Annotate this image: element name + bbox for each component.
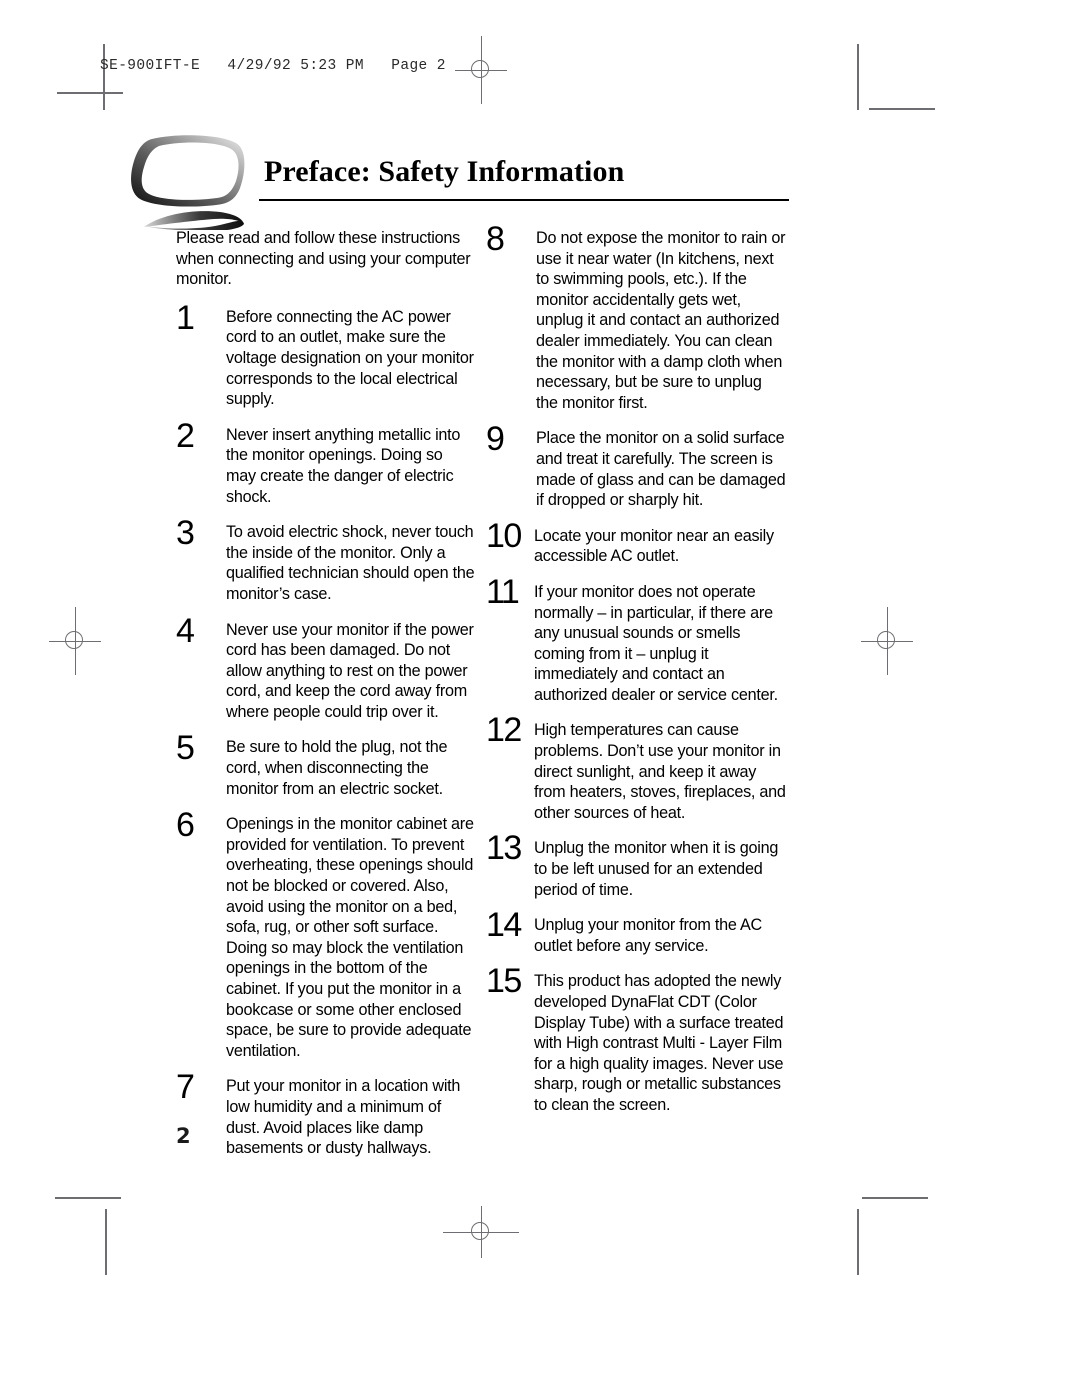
- safety-item-text: High temperatures can cause problems. Do…: [534, 721, 786, 822]
- safety-item: 2 Never insert anything metallic into th…: [176, 419, 476, 507]
- right-column: 8 Do not expose the monitor to rain or u…: [486, 222, 786, 1131]
- safety-item-number: 6: [176, 806, 195, 845]
- safety-item-number: 4: [176, 611, 195, 650]
- page-number: 2: [176, 1124, 191, 1148]
- masthead: Preface: Safety Information: [128, 132, 794, 242]
- safety-item: 9 Place the monitor on a solid surface a…: [486, 422, 786, 510]
- safety-item-number: 7: [176, 1068, 195, 1107]
- document-page: SE-900IFT-E 4/29/92 5:23 PM Page 2 Prefa…: [0, 0, 1080, 1397]
- safety-item-text: Locate your monitor near an easily acces…: [534, 526, 774, 566]
- safety-item-number: 10: [486, 516, 522, 555]
- safety-item-number: 15: [486, 962, 522, 1001]
- print-slug-line: SE-900IFT-E 4/29/92 5:23 PM Page 2: [100, 58, 446, 74]
- safety-item-text: Before connecting the AC power cord to a…: [226, 307, 474, 409]
- safety-item: 15 This product has adopted the newly de…: [486, 964, 786, 1115]
- safety-item: 13 Unplug the monitor when it is going t…: [486, 831, 786, 900]
- left-column: Please read and follow these instruction…: [176, 228, 476, 1174]
- safety-item-number: 11: [486, 572, 520, 611]
- safety-item: 7 Put your monitor in a location with lo…: [176, 1070, 476, 1158]
- safety-item: 6 Openings in the monitor cabinet are pr…: [176, 808, 476, 1061]
- safety-item-text: To avoid electric shock, never touch the…: [226, 523, 475, 603]
- safety-item: 11 If your monitor does not operate norm…: [486, 575, 786, 706]
- safety-item-number: 8: [486, 220, 505, 258]
- safety-item-number: 3: [176, 514, 195, 553]
- safety-item: 14 Unplug your monitor from the AC outle…: [486, 908, 786, 956]
- safety-item-number: 14: [486, 906, 522, 945]
- safety-item: 1 Before connecting the AC power cord to…: [176, 301, 476, 410]
- safety-item-number: 5: [176, 729, 195, 768]
- monitor-swoosh-logo: [131, 135, 245, 230]
- safety-item-text: Never use your monitor if the power cord…: [226, 620, 474, 721]
- safety-item-text: Be sure to hold the plug, not the cord, …: [226, 738, 448, 798]
- safety-item-text: Unplug your monitor from the AC outlet b…: [534, 916, 762, 955]
- safety-item-text: Do not expose the monitor to rain or use…: [536, 229, 786, 412]
- safety-item: 10 Locate your monitor near an easily ac…: [486, 519, 786, 567]
- page-title: Preface: Safety Information: [264, 155, 625, 188]
- safety-item-text: Unplug the monitor when it is going to b…: [534, 839, 779, 899]
- safety-item: 4 Never use your monitor if the power co…: [176, 614, 476, 723]
- safety-item-text: Place the monitor on a solid surface and…: [536, 429, 786, 510]
- safety-item: 12 High temperatures can cause problems.…: [486, 713, 786, 823]
- intro-paragraph: Please read and follow these instruction…: [176, 229, 471, 289]
- safety-item: 5 Be sure to hold the plug, not the cord…: [176, 731, 476, 799]
- safety-item: 3 To avoid electric shock, never touch t…: [176, 516, 476, 604]
- safety-item-text: If your monitor does not operate normall…: [534, 582, 778, 704]
- safety-item-number: 1: [176, 298, 195, 337]
- safety-item-text: Never insert anything metallic into the …: [226, 425, 461, 506]
- safety-item-number: 13: [486, 829, 522, 868]
- title-underline-rule: [259, 199, 789, 201]
- safety-item-number: 12: [486, 711, 522, 750]
- safety-item-text: Openings in the monitor cabinet are prov…: [226, 815, 474, 1060]
- safety-item-text: This product has adopted the newly devel…: [534, 972, 784, 1114]
- safety-item-text: Put your monitor in a location with low …: [226, 1077, 461, 1158]
- safety-item-number: 9: [486, 420, 505, 459]
- safety-item: 8 Do not expose the monitor to rain or u…: [486, 222, 786, 413]
- safety-item-number: 2: [176, 416, 195, 455]
